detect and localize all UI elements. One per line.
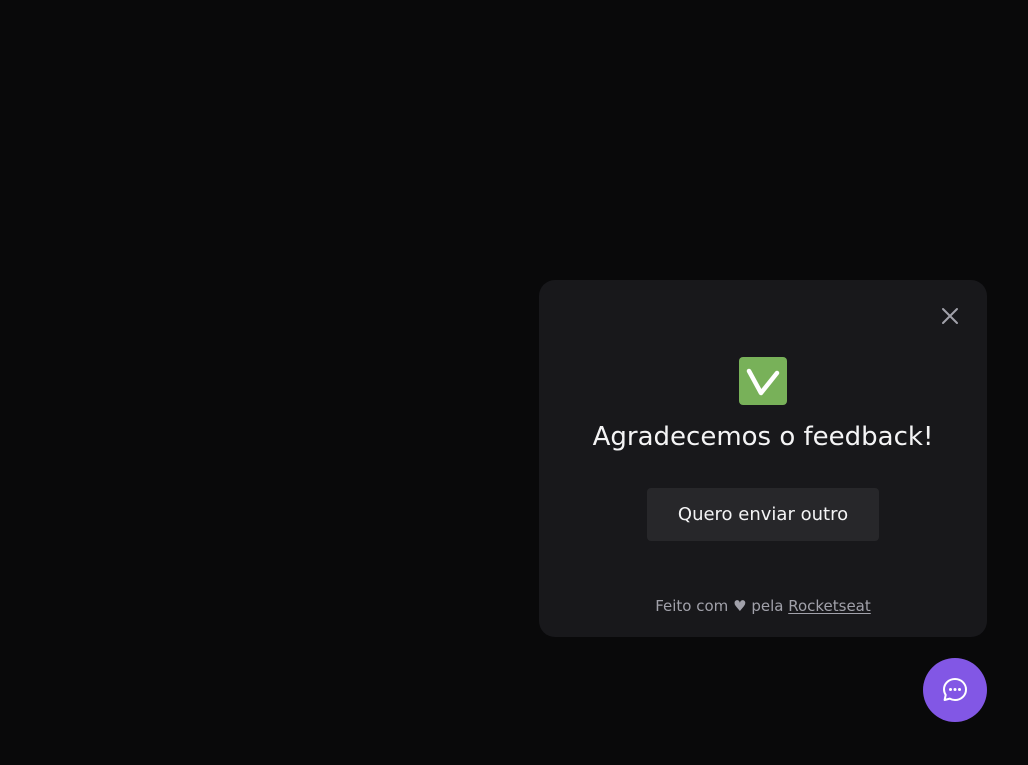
feedback-launcher-button[interactable] [923,658,987,722]
send-another-button[interactable]: Quero enviar outro [647,488,879,541]
footer-prefix: Feito com [655,597,729,615]
page-background: Agradecemos o feedback! Quero enviar out… [0,0,1028,765]
chat-bubble-icon [943,678,967,701]
heart-icon: ♥ [733,597,747,615]
close-button[interactable] [939,305,961,327]
footer-middle: pela [751,597,784,615]
success-title: Agradecemos o feedback! [592,422,934,452]
check-mark-icon [746,368,780,396]
success-badge [739,357,787,405]
footer-credits: Feito com ♥ pela Rocketseat [539,596,987,616]
feedback-widget-card: Agradecemos o feedback! Quero enviar out… [539,280,987,637]
close-icon [942,308,958,324]
rocketseat-link[interactable]: Rocketseat [788,597,871,615]
